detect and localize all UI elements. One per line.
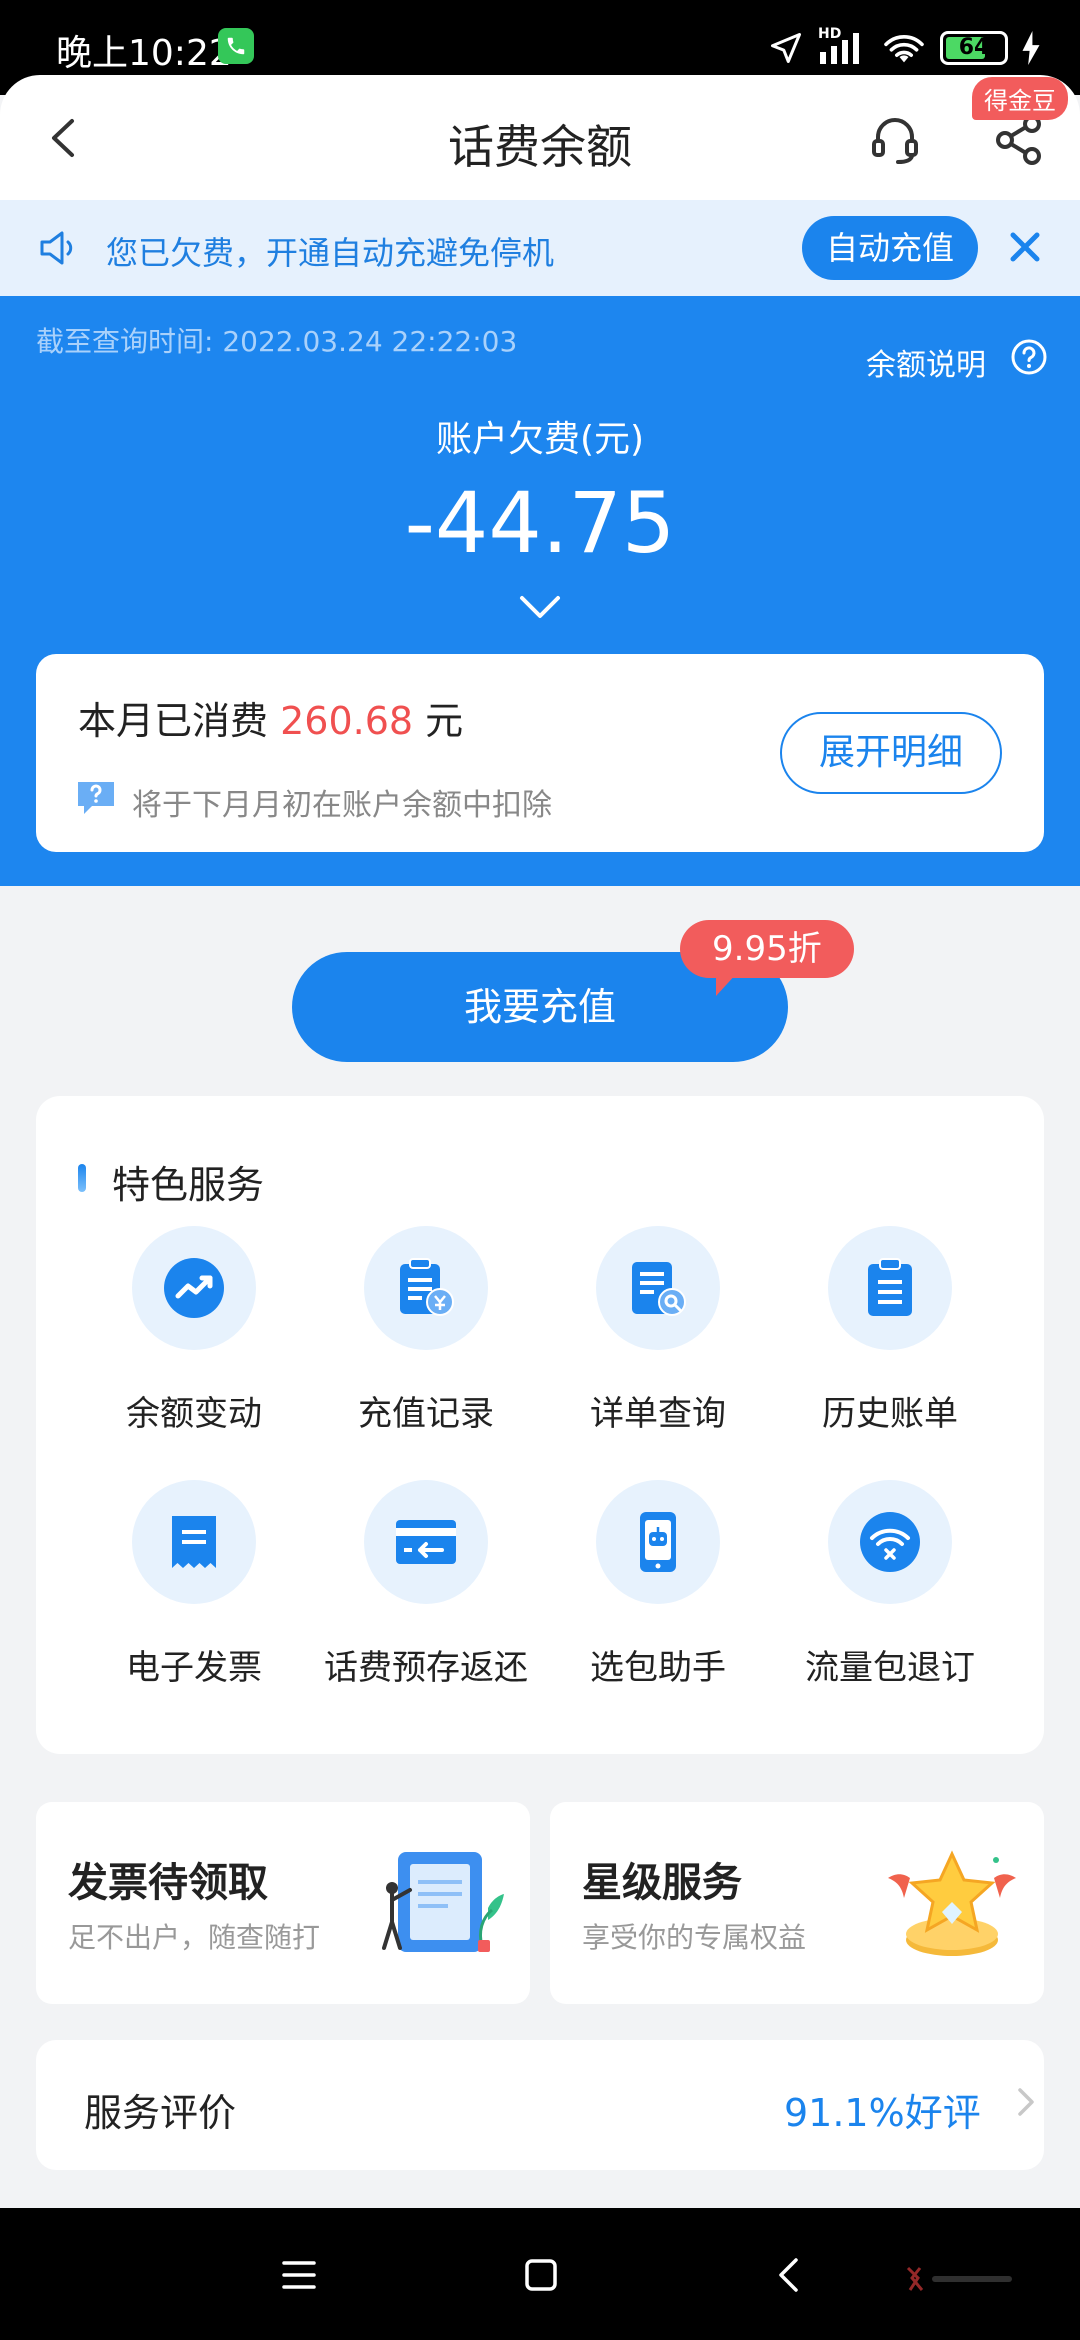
consumption-hint: 将于下月月初在账户余额中扣除: [132, 788, 552, 823]
auto-recharge-button[interactable]: 自动充值: [802, 216, 978, 280]
balance-explanation-link[interactable]: 余额说明: [866, 340, 986, 384]
service-balance-change[interactable]: 余额变动: [78, 1226, 310, 1435]
monthly-consumption-card: 本月已消费 260.68 元 将于下月月初在账户余额中扣除 展开明细: [36, 654, 1044, 852]
service-detail-query[interactable]: 详单查询: [542, 1226, 774, 1435]
service-label: 详单查询: [590, 1394, 726, 1434]
menu-icon[interactable]: [282, 2260, 316, 2290]
service-label: 历史账单: [822, 1394, 958, 1434]
share-icon[interactable]: [992, 113, 1046, 167]
battery-icon: 64: [940, 31, 1008, 65]
speaker-icon: [40, 231, 73, 265]
service-label: 话费预存返还: [324, 1648, 528, 1688]
service-label: 选包助手: [590, 1648, 726, 1688]
title-bar: 话费余额: [0, 75, 1080, 200]
balance-amount: -44.75: [404, 474, 676, 572]
consumption-amount: 260.68: [280, 699, 414, 743]
battery-level: 64: [958, 35, 990, 60]
balance-label: 账户欠费(元): [435, 419, 645, 460]
expand-details-button[interactable]: 展开明细: [780, 712, 1002, 794]
service-data-unsubscribe[interactable]: 流量包退订: [774, 1480, 1006, 1689]
invoice-illustration-icon: [382, 1852, 504, 1952]
wifi-cancel-icon: [828, 1480, 952, 1604]
location-icon: [771, 33, 801, 63]
service-prepay-return[interactable]: 话费预存返还: [310, 1480, 542, 1689]
status-time: 晚上10:22: [56, 33, 232, 74]
watermark-logo-icon: [906, 2266, 1012, 2291]
call-icon: [218, 28, 254, 64]
system-navigation-bar: [0, 2208, 1080, 2340]
nav-back-icon[interactable]: [776, 2256, 800, 2294]
headset-icon[interactable]: [868, 113, 922, 167]
charging-icon: [1022, 31, 1040, 65]
wifi-icon: [884, 35, 924, 63]
signal-icon: HD: [818, 26, 868, 66]
chevron-right-icon: [1018, 2088, 1034, 2116]
clipboard-icon: [828, 1226, 952, 1350]
rating-label: 服务评价: [84, 2091, 237, 2135]
service-label: 余额变动: [126, 1394, 262, 1434]
status-icons: HD 64: [768, 26, 1040, 70]
consumption-unit: 元: [425, 699, 464, 743]
card-return-icon: [364, 1480, 488, 1604]
star-service-promo-card[interactable]: 星级服务 享受你的专属权益: [550, 1802, 1044, 2004]
featured-services-card: 特色服务 余额变动 充值记录 详单查询 历史账单 电子发票 话费预存返还 选包助…: [36, 1096, 1044, 1754]
invoice-icon: [132, 1480, 256, 1604]
promo-title: 星级服务: [582, 1860, 742, 1906]
promo-title: 发票待领取: [68, 1860, 268, 1906]
trend-chart-icon: [132, 1226, 256, 1350]
arrears-notice-bar: 您已欠费，开通自动充避免停机 自动充值: [0, 200, 1080, 296]
query-time: 截至查询时间: 2022.03.24 22:22:03: [36, 325, 518, 358]
star-trophy-icon: [888, 1850, 1016, 1956]
signal-label: HD: [818, 26, 842, 42]
discount-badge-tail: [716, 972, 738, 996]
rating-value: 91.1%好评: [784, 2091, 981, 2135]
service-e-invoice[interactable]: 电子发票: [78, 1480, 310, 1689]
services-title: 特色服务: [112, 1163, 265, 1207]
service-label: 电子发票: [126, 1648, 262, 1688]
service-label: 流量包退订: [805, 1648, 975, 1688]
detail-search-icon: [596, 1226, 720, 1350]
question-icon[interactable]: [1010, 338, 1048, 376]
section-marker: [78, 1164, 86, 1192]
question-bubble-icon: [78, 782, 114, 814]
home-icon[interactable]: [524, 2258, 558, 2292]
service-history-bill[interactable]: 历史账单: [774, 1226, 1006, 1435]
service-label: 充值记录: [358, 1394, 494, 1434]
chevron-down-icon[interactable]: [516, 592, 564, 622]
service-rating-row[interactable]: 服务评价 91.1%好评: [36, 2040, 1044, 2170]
recharge-record-icon: [364, 1226, 488, 1350]
promo-subtitle: 享受你的专属权益: [582, 1921, 807, 1954]
notice-text: 您已欠费，开通自动充避免停机: [106, 234, 555, 272]
service-recharge-record[interactable]: 充值记录: [310, 1226, 542, 1435]
consumption-prefix: 本月已消费: [78, 699, 269, 743]
promo-subtitle: 足不出户，随查随打: [68, 1921, 321, 1954]
phone-robot-icon: [596, 1480, 720, 1604]
close-icon[interactable]: [1004, 226, 1046, 268]
gold-bean-badge[interactable]: 得金豆: [972, 77, 1068, 120]
service-package-assistant[interactable]: 选包助手: [542, 1480, 774, 1689]
consumption-line: 本月已消费 260.68 元: [78, 690, 463, 745]
invoice-promo-card[interactable]: 发票待领取 足不出户，随查随打: [36, 1802, 530, 2004]
discount-badge: 9.95折: [680, 920, 854, 978]
